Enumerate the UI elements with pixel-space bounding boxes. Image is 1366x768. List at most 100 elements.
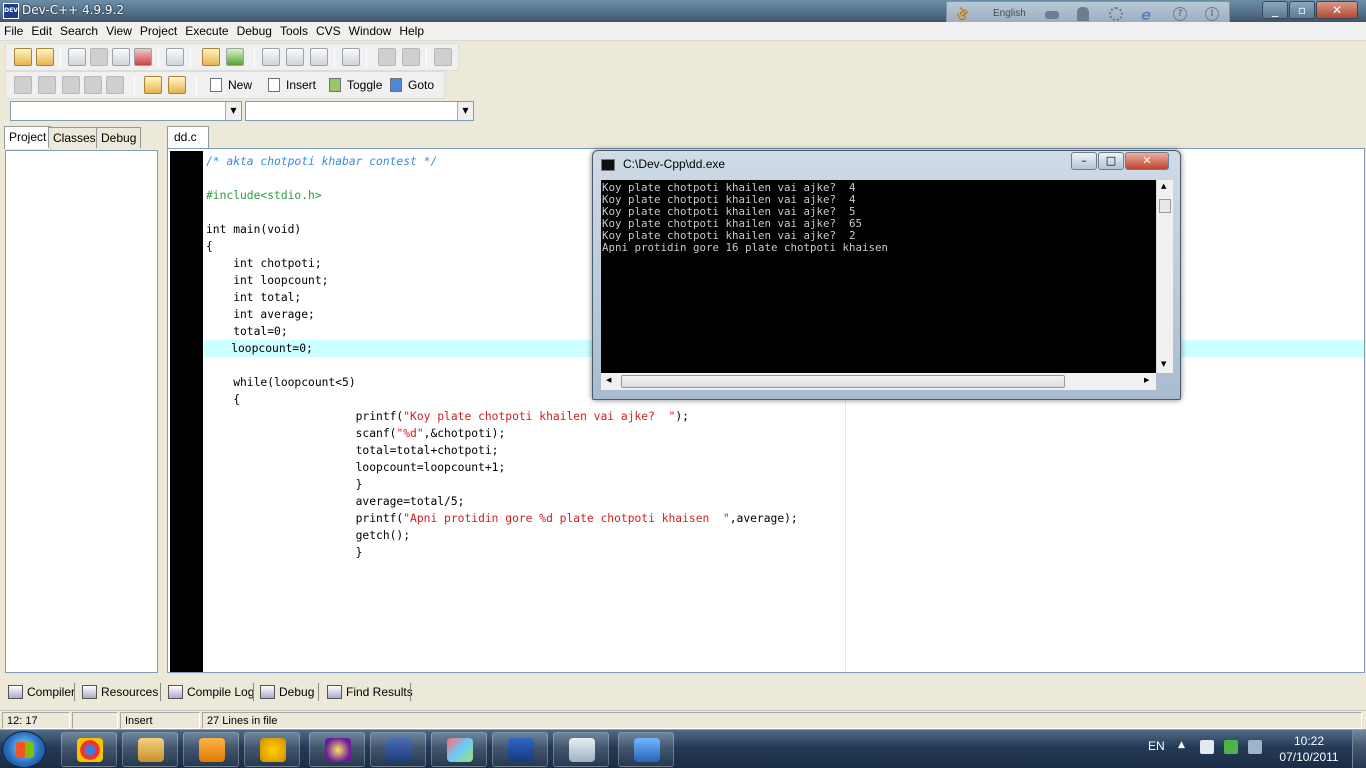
help-icon[interactable] xyxy=(144,76,162,94)
power-icon[interactable]: I xyxy=(1205,7,1219,21)
taskbar-app-button[interactable] xyxy=(553,732,609,767)
code-line[interactable]: int average; xyxy=(206,306,315,323)
reopen-icon[interactable] xyxy=(36,48,54,66)
new-button[interactable]: New xyxy=(210,74,252,96)
console-minimize-button[interactable]: – xyxy=(1071,152,1097,170)
code-line[interactable]: printf("Apni protidin gore %d plate chot… xyxy=(206,510,798,527)
check-icon[interactable] xyxy=(106,76,124,94)
taskbar-app-button[interactable] xyxy=(244,732,300,767)
print-icon[interactable] xyxy=(166,48,184,66)
close-button[interactable]: ✕ xyxy=(1316,1,1358,19)
console-window[interactable]: C:\Dev-Cpp\dd.exe – □ ✕ Koy plate chotpo… xyxy=(592,150,1181,400)
menu-window[interactable]: Window xyxy=(345,22,396,41)
ime-icon[interactable]: ঔ xyxy=(957,7,971,24)
close-all-icon[interactable] xyxy=(434,48,452,66)
code-line[interactable]: int loopcount; xyxy=(206,272,328,289)
code-line[interactable]: printf("Koy plate chotpoti khailen vai a… xyxy=(206,408,689,425)
code-line[interactable]: total=total+chotpoti; xyxy=(206,442,499,459)
chevron-down-icon[interactable]: ▼ xyxy=(225,102,241,120)
code-line[interactable]: { xyxy=(206,391,240,408)
save-all-icon[interactable] xyxy=(112,48,130,66)
taskbar-app-button[interactable] xyxy=(183,732,239,767)
save-icon[interactable] xyxy=(90,48,108,66)
scroll-thumb[interactable] xyxy=(621,375,1065,388)
console-horizontal-scrollbar[interactable]: ◀ ▶ xyxy=(601,373,1156,390)
rebuild-icon[interactable] xyxy=(84,76,102,94)
compile-run-icon[interactable] xyxy=(62,76,80,94)
goto-line-icon[interactable] xyxy=(342,48,360,66)
taskbar-app-button[interactable] xyxy=(618,732,674,767)
taskbar-app-button[interactable] xyxy=(61,732,117,767)
taskbar-app-button[interactable] xyxy=(122,732,178,767)
menu-file[interactable]: File xyxy=(0,22,27,41)
tab-compiler[interactable]: Compiler xyxy=(6,681,75,704)
show-desktop-button[interactable] xyxy=(1352,730,1366,768)
open-project-icon[interactable] xyxy=(14,48,32,66)
keyboard-icon[interactable] xyxy=(1045,11,1059,19)
code-line[interactable]: } xyxy=(206,544,363,561)
devcpp-app-icon[interactable]: DEV xyxy=(3,3,19,19)
tab-find-results[interactable]: Find Results xyxy=(325,681,413,704)
menu-view[interactable]: View xyxy=(102,22,136,41)
code-line[interactable]: int total; xyxy=(206,289,301,306)
input-language-indicator[interactable]: EN xyxy=(1148,739,1165,753)
close-file-icon[interactable] xyxy=(134,48,152,66)
replace-icon[interactable] xyxy=(286,48,304,66)
code-line[interactable]: { xyxy=(206,238,213,255)
scroll-thumb[interactable] xyxy=(1159,199,1171,213)
language-label[interactable]: English xyxy=(993,8,1026,19)
gear-icon[interactable] xyxy=(1109,7,1123,21)
pen-icon[interactable] xyxy=(1077,7,1089,21)
taskbar-app-button[interactable] xyxy=(492,732,548,767)
network-icon[interactable] xyxy=(1224,740,1238,754)
menu-tools[interactable]: Tools xyxy=(276,22,312,41)
menu-cvs[interactable]: CVS xyxy=(312,22,345,41)
code-line[interactable]: total=0; xyxy=(206,323,287,340)
scroll-down-icon[interactable]: ▼ xyxy=(1161,360,1166,368)
menu-debug[interactable]: Debug xyxy=(233,22,276,41)
insert-button[interactable]: Insert xyxy=(268,74,316,96)
scroll-up-icon[interactable]: ▲ xyxy=(1161,182,1166,190)
project-tree[interactable] xyxy=(5,150,158,673)
menu-help[interactable]: Help xyxy=(395,22,428,41)
start-button[interactable] xyxy=(2,731,46,768)
minimize-button[interactable]: _ xyxy=(1262,1,1288,19)
undo-icon[interactable] xyxy=(202,48,220,66)
new-file-icon[interactable] xyxy=(68,48,86,66)
scroll-left-icon[interactable]: ◀ xyxy=(606,376,611,384)
menu-search[interactable]: Search xyxy=(56,22,102,41)
code-line[interactable]: scanf("%d",&chotpoti); xyxy=(206,425,506,442)
code-line[interactable]: int chotpoti; xyxy=(206,255,321,272)
console-vertical-scrollbar[interactable]: ▲ ▼ xyxy=(1156,180,1173,373)
system-clock[interactable]: 10:22 07/10/2011 xyxy=(1276,733,1342,765)
code-line[interactable]: int main(void) xyxy=(206,221,301,238)
console-output[interactable]: Koy plate chotpoti khailen vai ajke? 4 Ko… xyxy=(601,180,1156,373)
tab-resources[interactable]: Resources xyxy=(80,681,158,704)
tab-file-dd-c[interactable]: dd.c xyxy=(167,126,209,148)
code-line[interactable]: average=total/5; xyxy=(206,493,465,510)
taskbar-app-button[interactable] xyxy=(309,732,365,767)
volume-icon[interactable] xyxy=(1200,740,1214,754)
code-line[interactable]: /* akta chotpoti khabar contest */ xyxy=(206,153,437,170)
find-next-icon[interactable] xyxy=(310,48,328,66)
code-line[interactable]: loopcount=loopcount+1; xyxy=(206,459,506,476)
tab-compile-log[interactable]: Compile Log xyxy=(166,681,254,704)
member-combo[interactable]: ▼ xyxy=(245,101,474,121)
about-icon[interactable] xyxy=(168,76,186,94)
forward-icon[interactable] xyxy=(402,48,420,66)
back-icon[interactable] xyxy=(378,48,396,66)
help-icon[interactable]: ? xyxy=(1173,7,1187,21)
tab-debug-output[interactable]: Debug xyxy=(258,681,314,704)
goto-button[interactable]: Goto xyxy=(390,74,434,96)
console-maximize-button[interactable]: □ xyxy=(1098,152,1124,170)
code-line[interactable]: #include<stdio.h> xyxy=(206,187,322,204)
scroll-right-icon[interactable]: ▶ xyxy=(1144,376,1149,384)
tab-project[interactable]: Project xyxy=(4,126,52,149)
tab-debug[interactable]: Debug xyxy=(96,127,142,148)
menu-project[interactable]: Project xyxy=(136,22,181,41)
redo-icon[interactable] xyxy=(226,48,244,66)
code-line[interactable]: getch(); xyxy=(206,527,410,544)
menu-execute[interactable]: Execute xyxy=(181,22,232,41)
console-close-button[interactable]: ✕ xyxy=(1125,152,1169,170)
taskbar-app-button[interactable] xyxy=(431,732,487,767)
